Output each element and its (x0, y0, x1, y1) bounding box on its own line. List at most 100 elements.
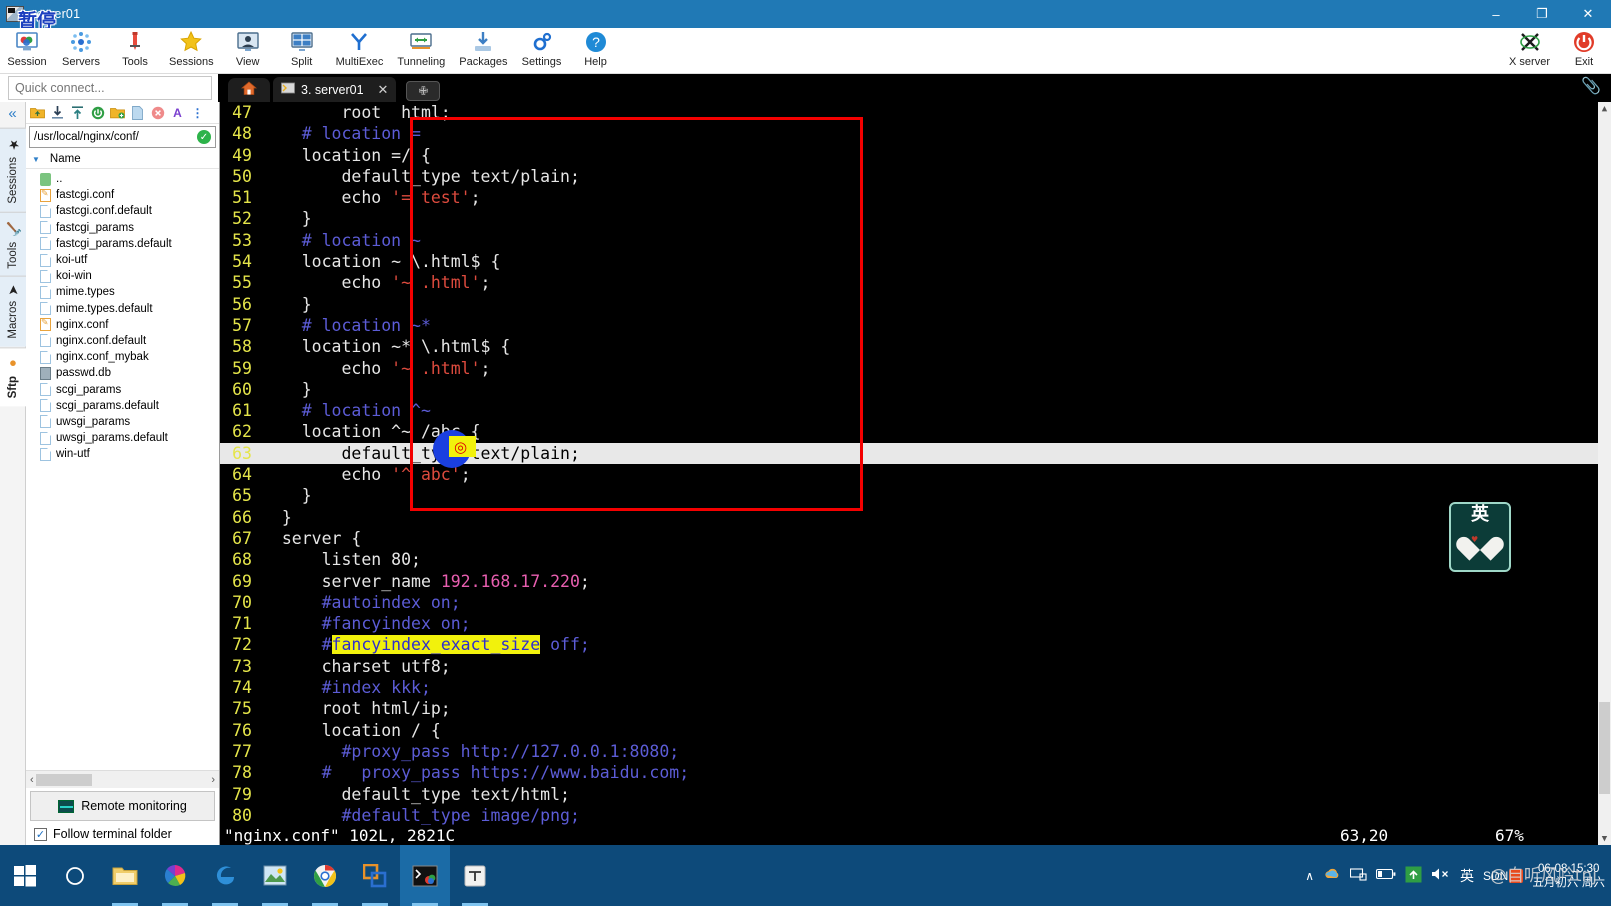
list-item[interactable]: scgi_params.default (26, 398, 219, 414)
ribbon-button-x-server[interactable]: X server (1502, 28, 1557, 74)
upload-arrow-icon[interactable] (1405, 866, 1422, 886)
ribbon-button-tools[interactable]: Tools (108, 28, 162, 74)
paperclip-icon[interactable]: 📎 (1581, 76, 1601, 96)
list-item[interactable]: nginx.conf.default (26, 333, 219, 349)
scroll-down-arrow[interactable]: ▼ (1598, 832, 1611, 845)
maximize-button[interactable]: ❐ (1519, 0, 1565, 28)
collapse-sidebar-button[interactable]: « (8, 102, 16, 128)
mobaxterm-app[interactable] (400, 845, 450, 906)
close-button[interactable]: ✕ (1565, 0, 1611, 28)
quick-connect-field[interactable] (15, 81, 205, 95)
vmware-app[interactable] (350, 845, 400, 906)
sftp-horizontal-scrollbar[interactable]: ‹ › (26, 770, 219, 788)
start-button[interactable] (0, 845, 50, 906)
typora-app[interactable] (450, 845, 500, 906)
xftp-app[interactable] (250, 845, 300, 906)
remote-monitoring-button[interactable]: Remote monitoring (30, 791, 215, 821)
volume-muted-icon[interactable] (1431, 867, 1451, 884)
cortana-search[interactable] (50, 845, 100, 906)
ime-floating-widget[interactable]: 英 ♥ (1449, 502, 1511, 572)
sftp-toolbar: A ⋮ (26, 102, 219, 124)
minimize-button[interactable]: – (1473, 0, 1519, 28)
cloud-sync-icon[interactable] (1323, 866, 1341, 885)
sidebar-item-sftp[interactable]: Sftp ● (0, 347, 26, 407)
scroll-up-arrow[interactable]: ▲ (1598, 102, 1611, 115)
new-tab-button[interactable]: ✙ (406, 81, 441, 101)
up-folder-icon[interactable] (30, 105, 45, 120)
list-item[interactable]: fastcgi.conf (26, 187, 219, 203)
tab-server01[interactable]: 3. server01 ✕ (273, 77, 397, 102)
list-item[interactable]: fastcgi.conf.default (26, 203, 219, 219)
ribbon-button-sessions[interactable]: Sessions (162, 28, 221, 74)
photos-app[interactable] (150, 845, 200, 906)
ribbon-button-settings[interactable]: Settings (515, 28, 569, 74)
follow-terminal-folder-row[interactable]: ✓ Follow terminal folder (26, 823, 219, 845)
list-item[interactable]: passwd.db (26, 365, 219, 381)
file-icon (40, 415, 51, 429)
scroll-thumb[interactable] (35, 773, 92, 786)
ribbon-button-packages[interactable]: Packages (452, 28, 514, 74)
new-file-icon[interactable] (130, 105, 145, 120)
list-item[interactable]: koi-win (26, 268, 219, 284)
sftp-column-header[interactable]: ▼ Name (26, 150, 219, 169)
line-number: 47 (232, 103, 252, 122)
list-item[interactable]: scgi_params (26, 381, 219, 397)
ime-tray-label[interactable]: 英 (1460, 866, 1474, 886)
quick-connect-input[interactable] (8, 76, 212, 100)
code-span: '= test' (391, 188, 471, 208)
text-mode-icon[interactable]: A (170, 105, 185, 120)
list-item[interactable]: nginx.conf_mybak (26, 349, 219, 365)
list-item[interactable]: fastcgi_params.default (26, 236, 219, 252)
ribbon-button-servers[interactable]: Servers (54, 28, 108, 74)
ribbon-button-tunneling[interactable]: Tunneling (390, 28, 452, 74)
list-item[interactable]: .. (26, 171, 219, 187)
chrome-browser[interactable] (300, 845, 350, 906)
sidebar-item-label: Sftp (6, 376, 19, 399)
ribbon-button-exit[interactable]: Exit (1557, 28, 1611, 74)
ribbon-button-view[interactable]: View (221, 28, 275, 74)
line-number: 66 (232, 507, 252, 527)
line-number: 65 (232, 486, 252, 506)
delete-icon[interactable] (150, 105, 165, 120)
sidebar-item-tools[interactable]: Tools 🔨 (0, 211, 26, 277)
tab-close-icon[interactable]: ✕ (378, 82, 389, 98)
tab-home[interactable] (228, 78, 270, 102)
list-item[interactable]: koi-utf (26, 252, 219, 268)
list-item[interactable]: mime.types.default (26, 301, 219, 317)
sidebar-item-sessions[interactable]: Sessions ★ (0, 128, 26, 212)
ribbon-button-split[interactable]: Split (275, 28, 329, 74)
battery-icon[interactable] (1375, 868, 1396, 883)
list-item[interactable]: fastcgi_params (26, 220, 219, 236)
network-icon[interactable] (1349, 867, 1367, 885)
code-span: echo (262, 358, 392, 378)
file-name: koi-win (56, 270, 92, 283)
code-span: default_type text/html; (262, 784, 570, 804)
ribbon-button-multiexec[interactable]: MultiExec (329, 28, 391, 74)
terminal-line: 62 location ^~ /abc { (220, 421, 1611, 442)
follow-terminal-folder-checkbox[interactable]: ✓ (34, 827, 47, 841)
tray-chevron-icon[interactable]: ∧ (1305, 869, 1314, 883)
refresh-icon[interactable] (90, 105, 105, 120)
list-item[interactable]: win-utf (26, 446, 219, 462)
new-folder-icon[interactable] (110, 105, 125, 120)
info-icon[interactable]: ⋮ (190, 105, 205, 120)
edge-browser[interactable] (200, 845, 250, 906)
ribbon-button-session[interactable]: Session (0, 28, 54, 74)
sidebar-item-macros[interactable]: Macros ➤ (0, 276, 26, 348)
ime-mode-label: 英 (1471, 504, 1489, 525)
download-icon[interactable] (50, 105, 65, 120)
list-item[interactable]: mime.types (26, 284, 219, 300)
ribbon-button-help[interactable]: ? Help (569, 28, 623, 74)
terminal-scroll-thumb[interactable] (1599, 702, 1610, 794)
terminal-vertical-scrollbar[interactable]: ▲ ▼ (1598, 102, 1611, 845)
file-explorer[interactable] (100, 845, 150, 906)
scroll-track[interactable] (34, 773, 212, 786)
sftp-path-bar[interactable]: /usr/local/nginx/conf/ ✓ (29, 126, 216, 148)
list-item[interactable]: uwsgi_params.default (26, 430, 219, 446)
upload-icon[interactable] (70, 105, 85, 120)
terminal-view[interactable]: 47 root html; 48 # location = 49 location … (220, 102, 1611, 845)
scroll-right-arrow[interactable]: › (211, 774, 215, 786)
sftp-file-list[interactable]: .. fastcgi.conf fastcgi.conf.default fastcg… (26, 169, 219, 770)
list-item[interactable]: nginx.conf (26, 317, 219, 333)
list-item[interactable]: uwsgi_params (26, 414, 219, 430)
